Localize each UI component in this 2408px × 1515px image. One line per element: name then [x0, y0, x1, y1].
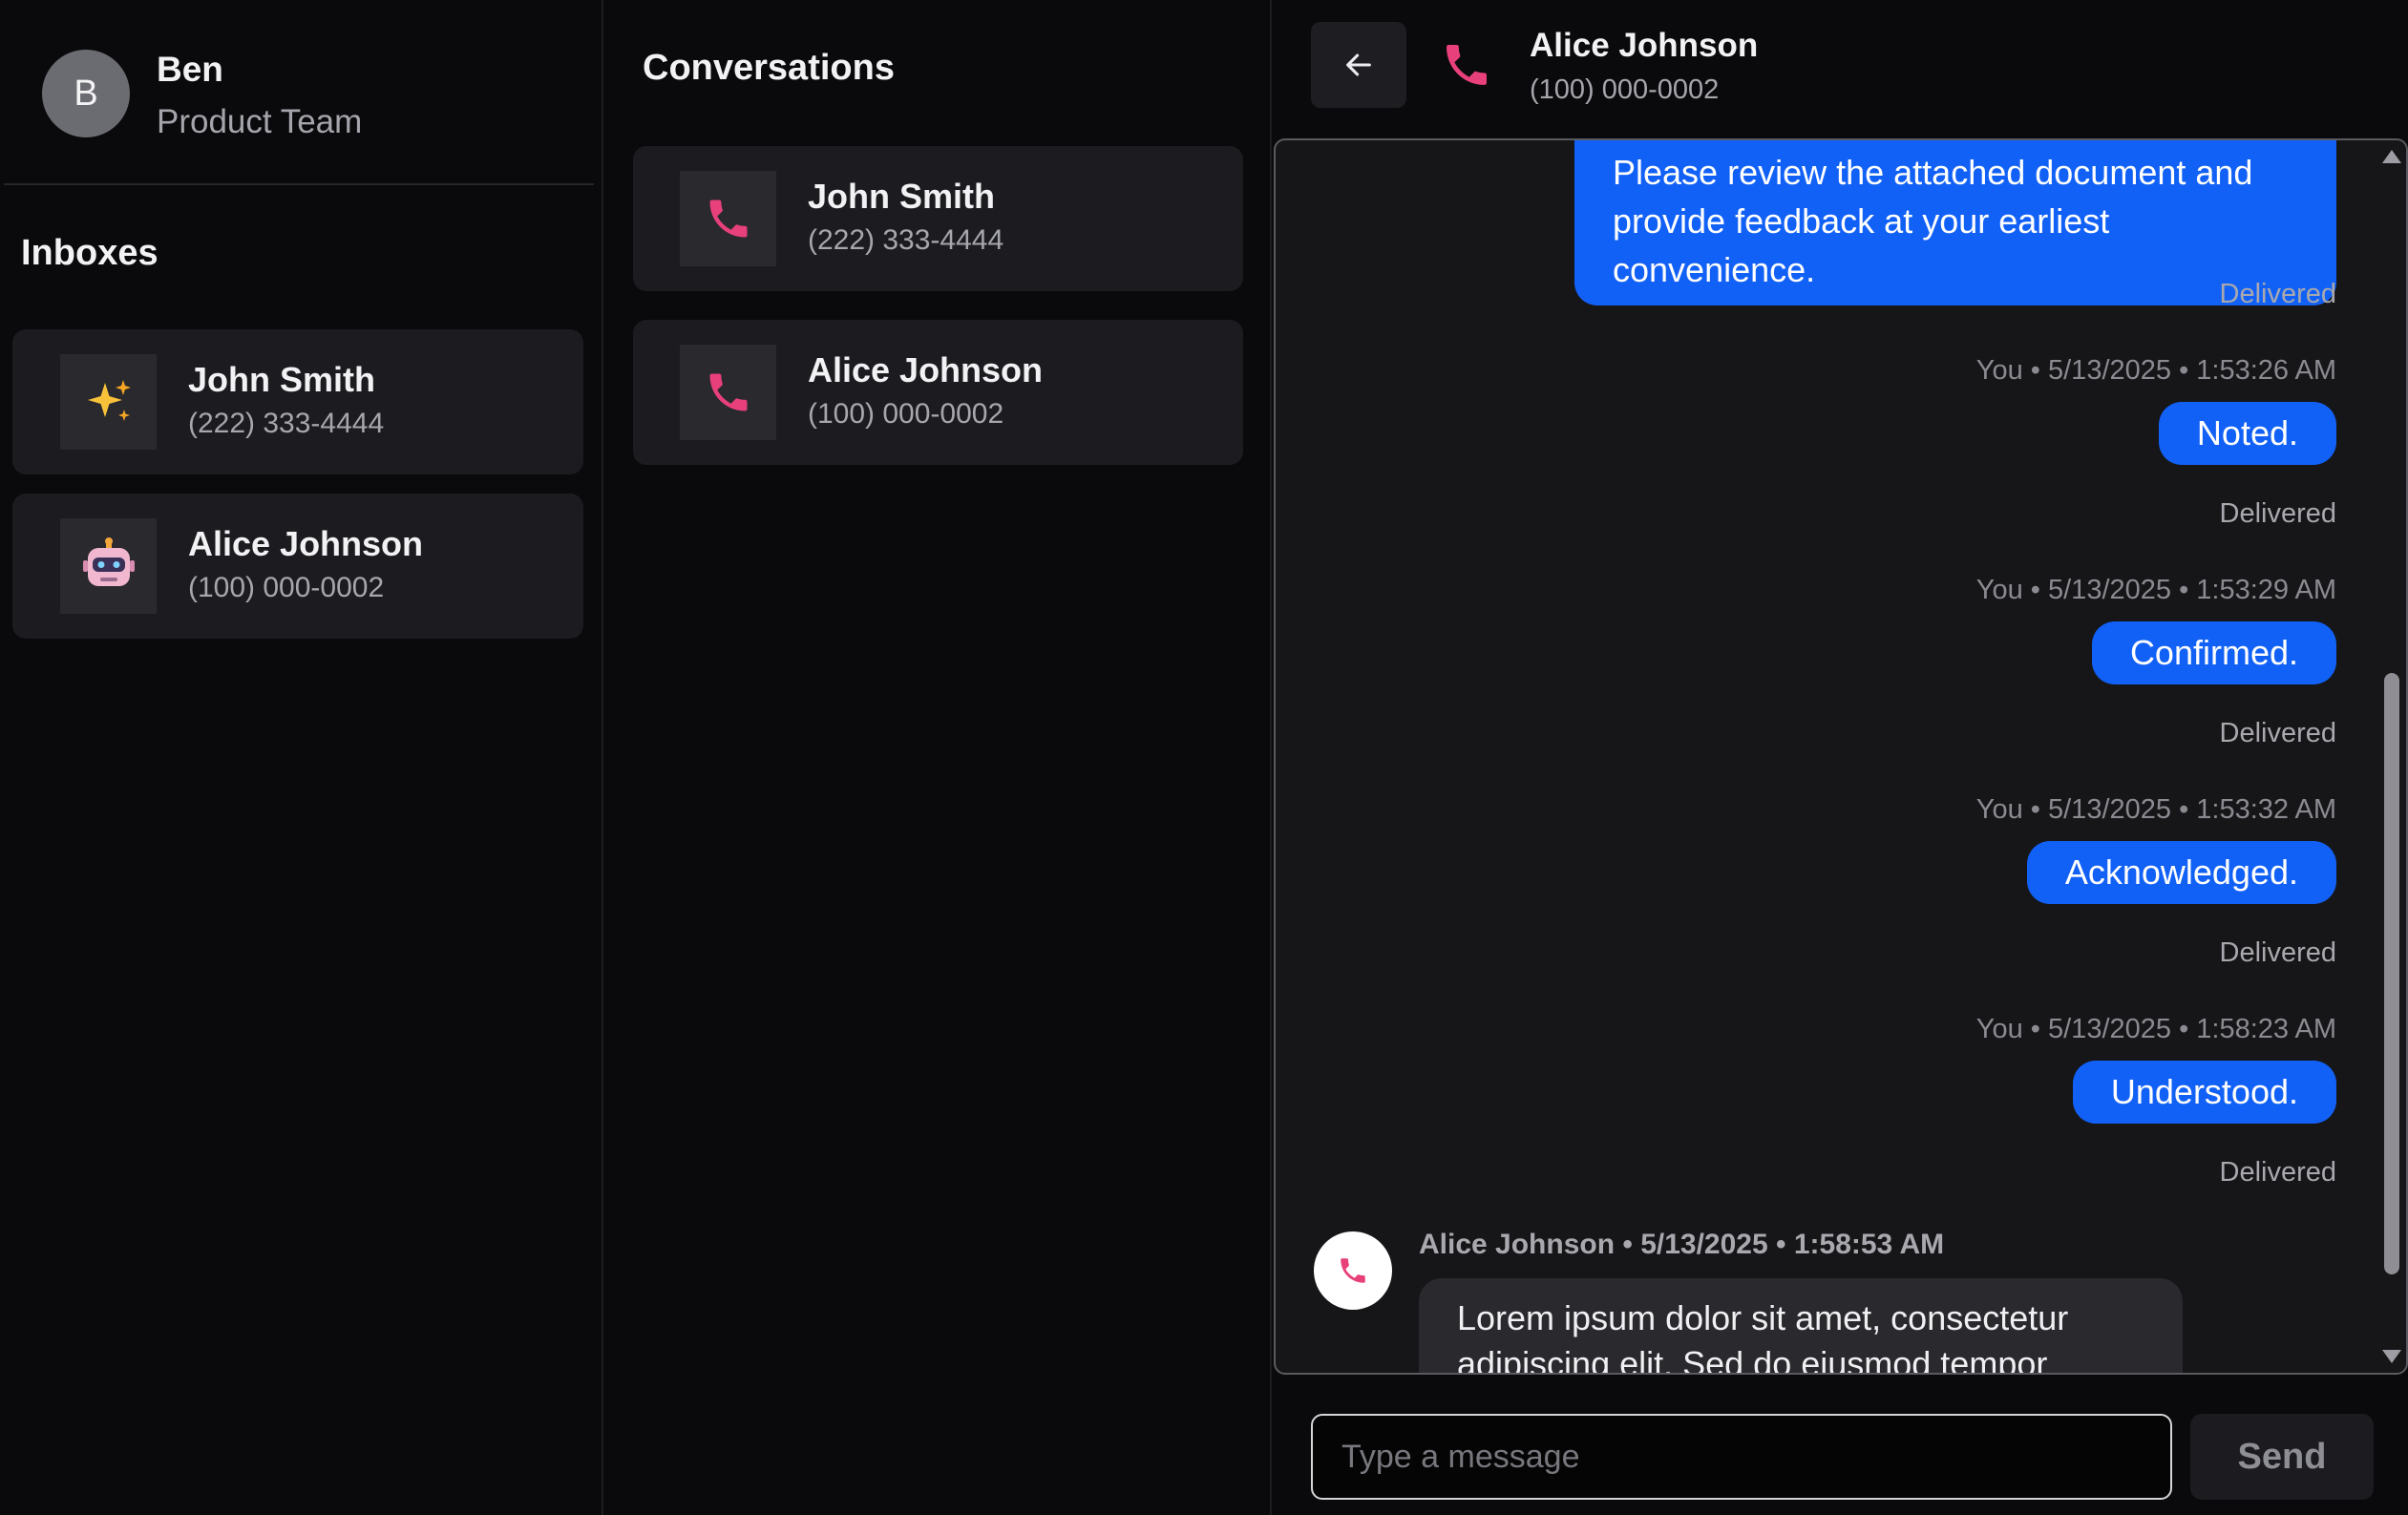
- conversation-item-alice-johnson[interactable]: Alice Johnson (100) 000-0002: [633, 320, 1243, 465]
- conversation-name: John Smith: [808, 177, 995, 216]
- scroll-thumb[interactable]: [2384, 673, 2399, 1274]
- user-name: Ben: [157, 50, 223, 89]
- send-button[interactable]: Send: [2190, 1414, 2374, 1500]
- scroll-down-icon[interactable]: [2382, 1350, 2401, 1363]
- conversations-heading: Conversations: [643, 48, 895, 88]
- phone-icon: [680, 345, 776, 440]
- outgoing-message-bubble: Acknowledged.: [2026, 841, 2336, 904]
- inbox-item-alice-johnson[interactable]: Alice Johnson (100) 000-0002: [12, 494, 583, 639]
- message-input[interactable]: [1311, 1414, 2172, 1500]
- inbox-name: Alice Johnson: [188, 524, 424, 563]
- inbox-phone: (100) 000-0002: [188, 572, 385, 603]
- message-scroll-area: Please review the attached document and …: [1276, 140, 2406, 1373]
- message-meta: You • 5/13/2025 • 1:53:26 AM: [1975, 355, 2336, 386]
- phone-icon: [1341, 1258, 1365, 1283]
- message-status: Delivered: [2219, 498, 2337, 529]
- message-status: Delivered: [2219, 937, 2337, 968]
- inbox-phone: (222) 333-4444: [188, 408, 385, 439]
- conversation-item-john-smith[interactable]: John Smith (222) 333-4444: [633, 146, 1243, 291]
- message-status: Delivered: [2219, 279, 2337, 309]
- chat-contact-phone: (100) 000-0002: [1530, 74, 1720, 105]
- user-team: Product Team: [157, 103, 363, 140]
- contact-avatar: [1314, 1231, 1392, 1310]
- conversations-panel: Conversations John Smith (222) 333-4444 …: [605, 0, 1272, 1515]
- message-scrollbar[interactable]: [2377, 140, 2406, 1373]
- message-list[interactable]: Please review the attached document and …: [1274, 138, 2408, 1375]
- conversation-phone: (100) 000-0002: [808, 398, 1004, 430]
- phone-icon: [1440, 38, 1493, 92]
- inboxes-sidebar: B Ben Product Team Inboxes John Smith (2…: [0, 0, 603, 1515]
- inbox-item-john-smith[interactable]: John Smith (222) 333-4444: [12, 329, 583, 474]
- robot-icon: [60, 518, 157, 614]
- user-profile: B Ben Product Team: [4, 0, 594, 185]
- message-status: Delivered: [2219, 1157, 2337, 1188]
- incoming-message-bubble: Lorem ipsum dolor sit amet, consectetur …: [1419, 1278, 2183, 1373]
- messaging-app: B Ben Product Team Inboxes John Smith (2…: [0, 0, 2408, 1515]
- arrow-left-icon: [1346, 53, 1371, 76]
- scroll-up-icon[interactable]: [2382, 150, 2401, 163]
- inboxes-heading: Inboxes: [21, 233, 158, 273]
- message-status: Delivered: [2219, 718, 2337, 748]
- outgoing-message-bubble: Confirmed.: [2091, 621, 2336, 684]
- message-meta: You • 5/13/2025 • 1:53:32 AM: [1975, 794, 2336, 825]
- inbox-name: John Smith: [188, 360, 375, 399]
- phone-icon: [680, 171, 776, 266]
- outgoing-message-bubble: Understood.: [2072, 1061, 2336, 1124]
- message-meta: You • 5/13/2025 • 1:58:23 AM: [1975, 1014, 2336, 1044]
- outgoing-message-bubble: Noted.: [2158, 402, 2336, 465]
- chat-panel: Alice Johnson (100) 000-0002 Please revi…: [1274, 0, 2408, 1515]
- back-button[interactable]: [1311, 22, 1406, 108]
- message-meta: Alice Johnson • 5/13/2025 • 1:58:53 AM: [1419, 1229, 1945, 1260]
- avatar[interactable]: B: [42, 50, 130, 137]
- conversation-phone: (222) 333-4444: [808, 224, 1004, 256]
- chat-contact-name: Alice Johnson: [1530, 27, 1759, 64]
- conversation-name: Alice Johnson: [808, 350, 1044, 389]
- message-meta: You • 5/13/2025 • 1:53:29 AM: [1975, 575, 2336, 605]
- sparkles-icon: [60, 354, 157, 450]
